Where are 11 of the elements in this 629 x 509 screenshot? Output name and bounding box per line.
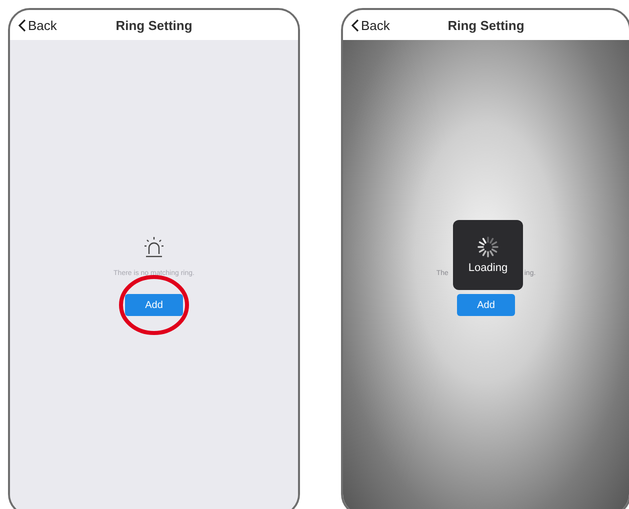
chevron-left-icon	[351, 18, 359, 32]
back-link[interactable]: Back	[18, 18, 88, 32]
alarm-light-icon	[143, 236, 165, 258]
back-link[interactable]: Back	[351, 18, 421, 32]
screen-title: Ring Setting	[116, 18, 192, 32]
chevron-left-icon	[18, 18, 26, 32]
add-button[interactable]: Add	[125, 294, 183, 316]
loading-label: Loading	[468, 262, 508, 274]
add-button[interactable]: Add	[457, 294, 515, 316]
spinner-icon	[477, 236, 499, 258]
screen-title: Ring Setting	[448, 18, 524, 32]
